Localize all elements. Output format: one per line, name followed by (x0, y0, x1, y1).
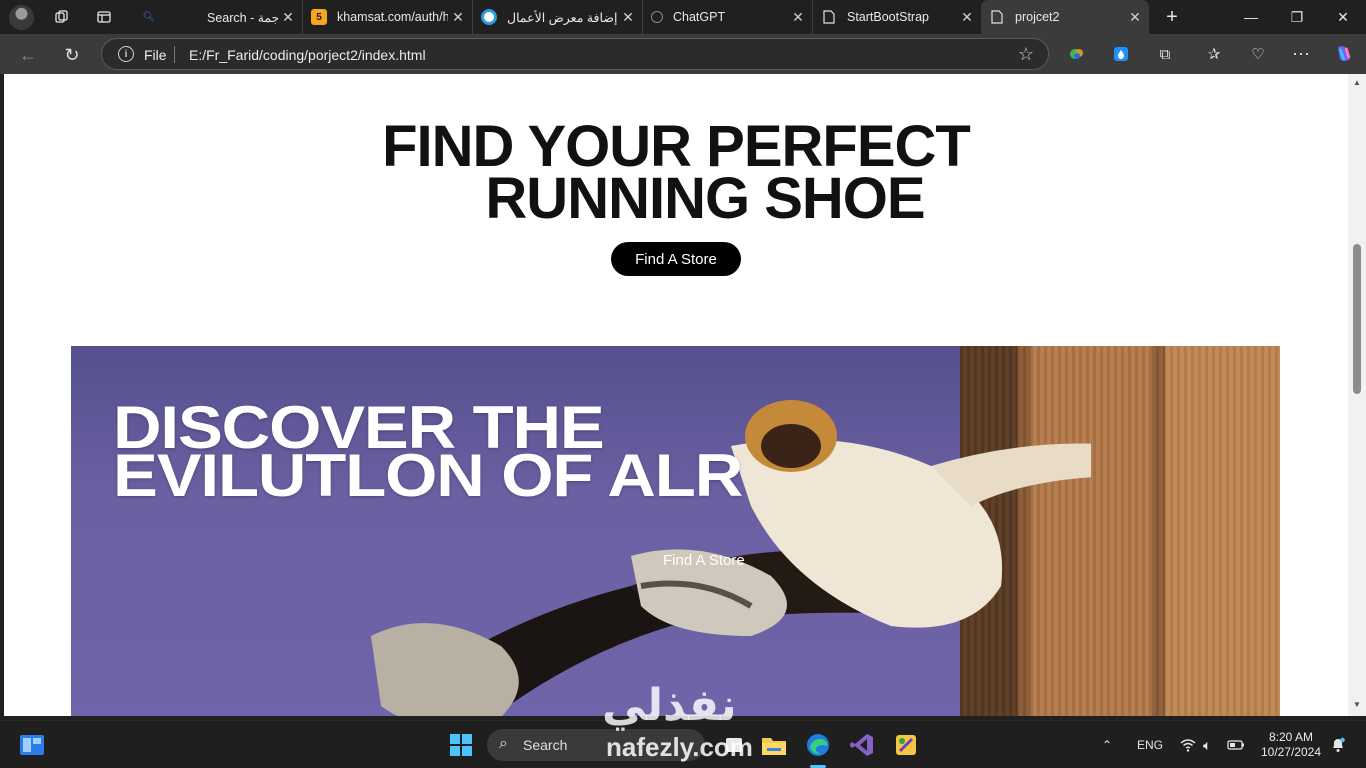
taskbar-search-box[interactable]: ⌕ Search (487, 729, 705, 761)
page-viewport: FIND YOUR PERFECT RUNNING SHOE Find A St… (4, 74, 1348, 716)
tab-title: Search - ترجمة (207, 10, 278, 25)
file-explorer-icon[interactable] (760, 731, 788, 759)
khamsat-favicon-icon: 5 (311, 9, 327, 25)
page-scrollbar[interactable]: ▲ ▼ (1348, 74, 1366, 716)
clock-time: 8:20 AM (1268, 730, 1314, 744)
page-favicon-icon (821, 9, 837, 25)
minimize-button[interactable]: — (1228, 0, 1274, 34)
close-window-button[interactable]: ✕ (1320, 0, 1366, 34)
find-a-store-button[interactable]: Find A Store (611, 242, 741, 276)
banner-title: DISCOVER THE EVILUTLON OF ALR (113, 398, 743, 509)
close-tab-icon[interactable]: ✕ (957, 9, 977, 26)
task-view-icon[interactable] (720, 731, 748, 759)
system-clock[interactable]: 8:20 AM 10/27/2024 (1256, 730, 1326, 760)
tab-strip: 🔍︎ Search - ترجمة ✕ 5 khamsat.com/auth/h… (0, 0, 1366, 34)
favorites-icon[interactable]: ✰ (1203, 43, 1225, 65)
visual-studio-icon[interactable] (848, 731, 876, 759)
restore-button[interactable]: ❐ (1274, 0, 1320, 34)
tab-portfolio[interactable]: إضافة معرض الأعمال ✕ (473, 0, 643, 34)
edge-browser-icon[interactable] (804, 731, 832, 759)
page-favicon-icon (989, 9, 1005, 25)
start-windows-icon[interactable] (447, 731, 475, 759)
windows-taskbar: ⌕ Search ⌃ ENG 🔈︎ 8:20 AM 10/27/2024 (0, 720, 1366, 768)
tab-projcet2[interactable]: projcet2 ✕ (981, 0, 1149, 34)
notification-bell-icon[interactable] (1331, 721, 1345, 768)
tab-khamsat[interactable]: 5 khamsat.com/auth/h ✕ (303, 0, 473, 34)
extension-colorful-icon[interactable] (1066, 43, 1088, 65)
new-tab-button[interactable]: + (1160, 5, 1184, 29)
hero-title-line2: RUNNING SHOE (485, 166, 925, 231)
browser-essentials-icon[interactable]: ♡ (1247, 43, 1269, 65)
close-tab-icon[interactable]: ✕ (618, 9, 638, 26)
site-info-icon[interactable]: i (118, 46, 134, 62)
address-bar[interactable]: i File E:/Fr_Farid/coding/porject2/index… (101, 38, 1049, 70)
tab-title: ChatGPT (673, 10, 726, 24)
close-tab-icon[interactable]: ✕ (1125, 9, 1145, 26)
tab-startbootstrap[interactable]: StartBootStrap ✕ (813, 0, 981, 34)
banner-find-a-store-link[interactable]: Find A Store (663, 552, 745, 569)
volume-icon[interactable]: 🔈︎ (1203, 721, 1211, 768)
search-icon: ⌕ (499, 735, 508, 752)
hero-banner: DISCOVER THE EVILUTLON OF ALR Find A Sto… (71, 346, 1280, 716)
scroll-thumb[interactable] (1353, 244, 1361, 394)
taskbar-search-label: Search (523, 737, 568, 753)
reload-icon[interactable]: ↻ (59, 42, 85, 68)
extensions-puzzle-icon[interactable]: ⧉ (1154, 43, 1176, 65)
show-hidden-icons-chevron-up-icon[interactable]: ⌃ (1102, 721, 1112, 768)
address-url[interactable]: E:/Fr_Farid/coding/porject2/index.html (189, 47, 426, 63)
extension-drop-icon[interactable] (1110, 43, 1132, 65)
favorite-star-icon[interactable]: ☆ (1018, 44, 1034, 65)
tab-actions-icon[interactable] (92, 5, 116, 29)
tab-title: khamsat.com/auth/h (337, 10, 448, 24)
scroll-down-arrow-icon[interactable]: ▼ (1352, 700, 1362, 710)
scroll-up-arrow-icon[interactable]: ▲ (1352, 78, 1362, 88)
back-arrow-icon[interactable]: ← (15, 42, 41, 68)
tab-chatgpt[interactable]: ChatGPT ✕ (643, 0, 813, 34)
browser-toolbar: ← ↻ i File E:/Fr_Farid/coding/porject2/i… (0, 34, 1366, 74)
address-divider (174, 46, 175, 63)
search-favicon-icon: 🔍︎ (142, 11, 156, 23)
close-tab-icon[interactable]: ✕ (278, 9, 298, 26)
app-tools-icon[interactable] (892, 731, 920, 759)
battery-icon[interactable] (1227, 721, 1245, 768)
banner-title-line2: EVILUTLON OF ALR (113, 442, 743, 509)
tab-search[interactable]: 🔍︎ Search - ترجمة ✕ (133, 0, 303, 34)
tab-title: projcet2 (1015, 10, 1060, 24)
close-tab-icon[interactable]: ✕ (448, 9, 468, 26)
more-options-icon[interactable]: ⋯ (1290, 43, 1312, 65)
widgets-icon[interactable] (18, 731, 46, 759)
tab-title: StartBootStrap (847, 10, 929, 24)
clock-date: 10/27/2024 (1260, 745, 1322, 759)
circle-favicon-icon (481, 9, 497, 25)
profile-avatar[interactable] (9, 5, 34, 30)
close-tab-icon[interactable]: ✕ (788, 9, 808, 26)
wifi-icon[interactable] (1180, 721, 1196, 768)
chatgpt-favicon-icon (651, 11, 663, 23)
copilot-icon[interactable] (1333, 43, 1355, 65)
input-language[interactable]: ENG (1137, 721, 1163, 768)
workspaces-icon[interactable] (50, 5, 74, 29)
tab-title: إضافة معرض الأعمال (507, 10, 618, 25)
address-scheme: File (144, 47, 167, 63)
hero-title: FIND YOUR PERFECT RUNNING SHOE (4, 118, 1348, 231)
